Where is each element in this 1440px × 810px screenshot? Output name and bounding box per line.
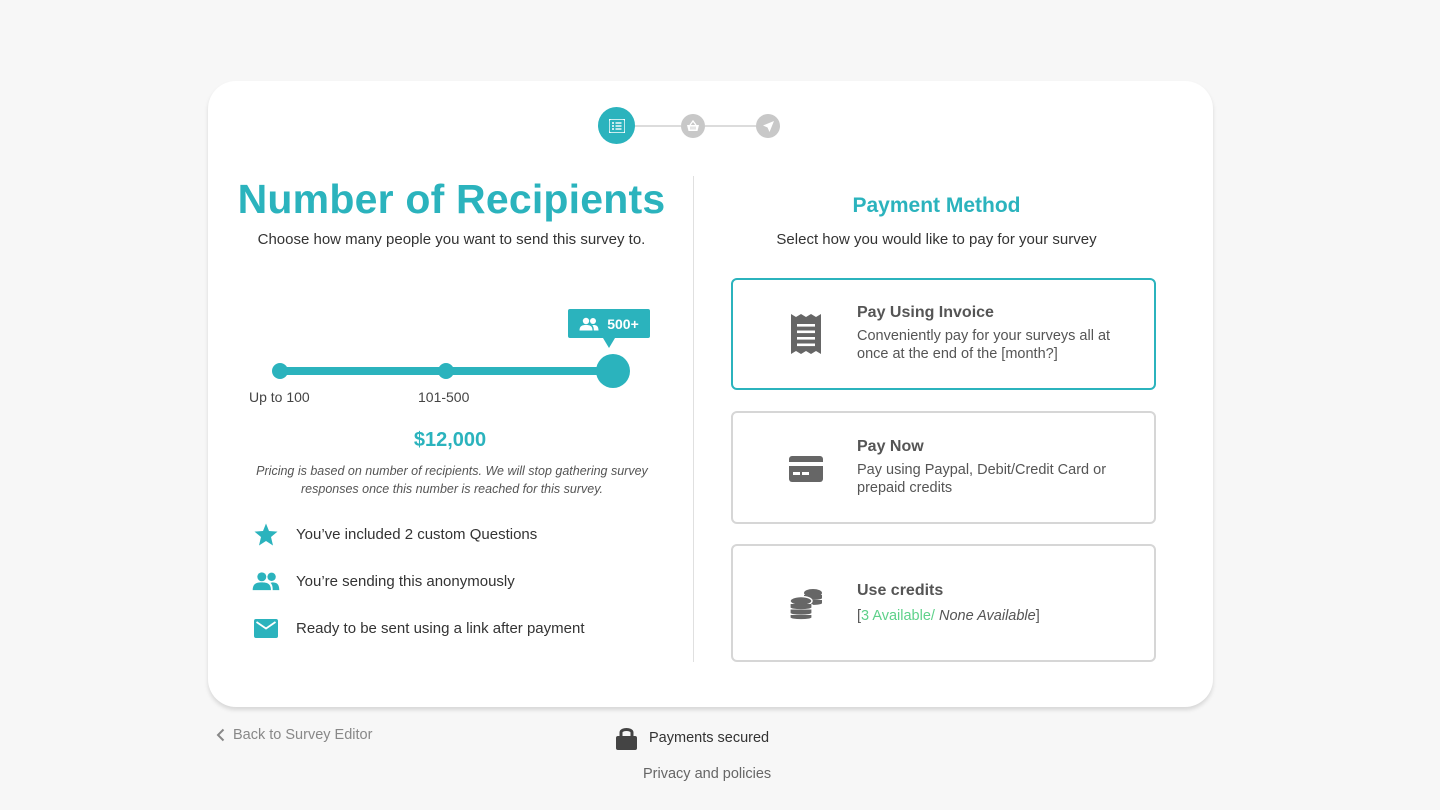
option-description: Conveniently pay for your surveys all at… [857, 328, 1111, 362]
credit-card-icon [783, 446, 829, 492]
option-title: Pay Using Invoice [857, 304, 994, 321]
feature-item: You’ve included 2 custom Questions [252, 520, 537, 548]
feature-item: Ready to be sent using a link after paym… [252, 614, 585, 642]
pricing-note: Pricing is based on number of recipients… [256, 464, 648, 496]
chevron-left-icon [216, 728, 225, 742]
recipients-subtitle: Choose how many people you want to send … [257, 231, 646, 248]
list-icon [608, 118, 625, 133]
lock-icon [616, 728, 637, 750]
step-checkout[interactable] [681, 114, 705, 138]
step-recipients[interactable] [598, 107, 635, 144]
payment-method-title: Payment Method [852, 194, 1021, 217]
slider-stop-up-to-100[interactable] [272, 363, 288, 379]
slider-handle[interactable] [596, 354, 630, 388]
option-title: Pay Now [857, 438, 924, 455]
back-to-editor-link[interactable]: Back to Survey Editor [216, 727, 372, 743]
credits-availability: [3 Available/ None Available] [857, 608, 1040, 624]
payments-secured: Payments secured [616, 726, 769, 750]
feature-text: You’re sending this anonymously [296, 572, 515, 590]
slider-label-101-500: 101-500 [418, 389, 470, 405]
receipt-icon [783, 311, 829, 357]
option-title: Use credits [857, 582, 944, 599]
secured-label: Payments secured [649, 730, 770, 746]
basket-icon [687, 120, 699, 131]
star-icon [252, 520, 280, 548]
feature-text: Ready to be sent using a link after paym… [296, 619, 585, 637]
envelope-icon [252, 614, 280, 642]
checkout-card: Number of Recipients Choose how many peo… [208, 81, 1213, 707]
recipients-title: Number of Recipients [237, 176, 666, 222]
stepper-connector [705, 125, 756, 127]
credits-none: None Available [938, 608, 1036, 624]
stepper-connector [635, 125, 681, 127]
slider-value-label: 500+ [607, 315, 639, 332]
send-icon [762, 120, 774, 132]
people-icon [252, 567, 280, 595]
feature-text: You’ve included 2 custom Questions [296, 525, 538, 543]
privacy-link[interactable]: Privacy and policies [643, 766, 771, 782]
column-divider [693, 176, 694, 662]
slider-value-tooltip: 500+ [568, 309, 650, 348]
people-icon [579, 317, 599, 330]
option-description: Pay using Paypal, Debit/Credit Card or p… [857, 462, 1107, 496]
price: $12,000 [413, 429, 487, 451]
payment-option-invoice[interactable]: Pay Using Invoice Conveniently pay for y… [731, 278, 1156, 390]
step-send[interactable] [756, 114, 780, 138]
payment-method-subtitle: Select how you would like to pay for you… [776, 231, 1097, 248]
payment-option-pay-now[interactable]: Pay Now Pay using Paypal, Debit/Credit C… [731, 411, 1156, 524]
payment-option-credits[interactable]: Use credits [3 Available/ None Available… [731, 544, 1156, 662]
feature-item: You’re sending this anonymously [252, 567, 515, 595]
slider-label-up-to-100: Up to 100 [249, 389, 310, 405]
slider-stop-101-500[interactable] [438, 363, 454, 379]
back-label: Back to Survey Editor [233, 727, 373, 743]
coins-icon [783, 581, 829, 627]
credits-available: 3 Available/ [861, 608, 935, 624]
